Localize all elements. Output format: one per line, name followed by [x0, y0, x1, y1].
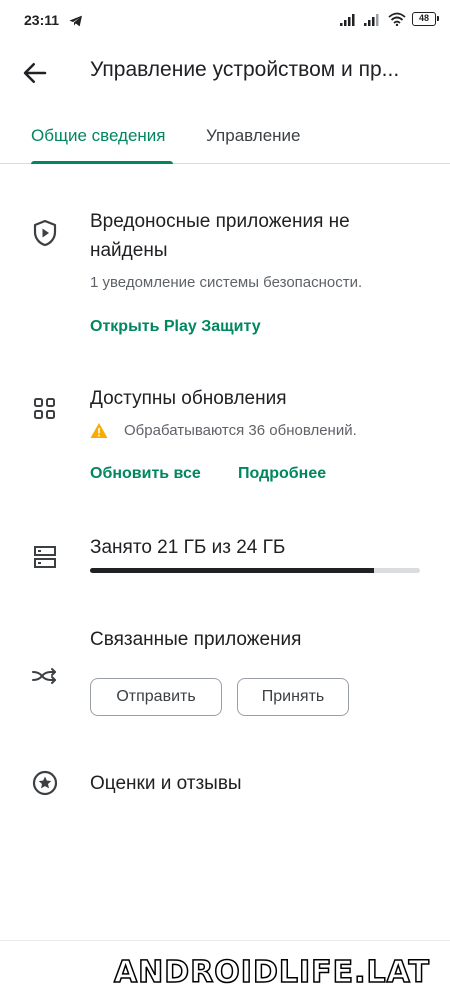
storage-label: Занято 21 ГБ из 24 ГБ [90, 537, 286, 558]
page-title: Управление устройством и пр... [90, 58, 400, 81]
arrow-back-icon[interactable] [20, 58, 50, 88]
telegram-icon [69, 15, 82, 27]
wifi-icon [388, 12, 406, 26]
apps-grid-icon [30, 394, 60, 424]
storage-progress-fill [90, 568, 374, 573]
protection-subtitle: 1 уведомление системы безопасности. [90, 274, 363, 291]
details-link[interactable]: Подробнее [238, 465, 326, 483]
shield-play-icon [30, 218, 60, 248]
linked-apps-title: Связанные приложения [90, 629, 302, 650]
status-bar: 23:11 48 [0, 0, 450, 44]
updates-status: Обрабатываются 36 обновлений. [124, 422, 357, 439]
storage-progress-bar [90, 568, 420, 573]
protection-title-line2: найдены [90, 240, 168, 261]
warning-icon [90, 423, 108, 438]
tab-manage[interactable]: Управление [206, 126, 301, 146]
ratings-title[interactable]: Оценки и отзывы [90, 769, 242, 798]
battery-level: 48 [418, 13, 429, 23]
share-sync-icon [30, 661, 60, 691]
updates-title: Доступны обновления [90, 388, 287, 409]
receive-button[interactable]: Принять [237, 678, 349, 716]
tab-bar: Общие сведения Управление [0, 112, 450, 164]
open-play-protect-link[interactable]: Открыть Play Защиту [90, 318, 261, 336]
signal-icon [340, 13, 355, 26]
star-circle-icon [30, 768, 60, 798]
battery-icon: 48 [412, 12, 439, 26]
signal-icon [364, 13, 379, 26]
protection-title-line1: Вредоносные приложения не [90, 211, 350, 232]
storage-icon [30, 542, 60, 572]
status-time: 23:11 [24, 12, 60, 28]
watermark: ANDROIDLIFE.LAT [113, 954, 430, 991]
active-tab-indicator [31, 161, 173, 164]
send-button[interactable]: Отправить [90, 678, 222, 716]
app-bar: Управление устройством и пр... [0, 44, 450, 100]
update-all-link[interactable]: Обновить все [90, 465, 201, 483]
nav-bar-divider [0, 940, 450, 941]
tab-overview[interactable]: Общие сведения [31, 126, 166, 146]
